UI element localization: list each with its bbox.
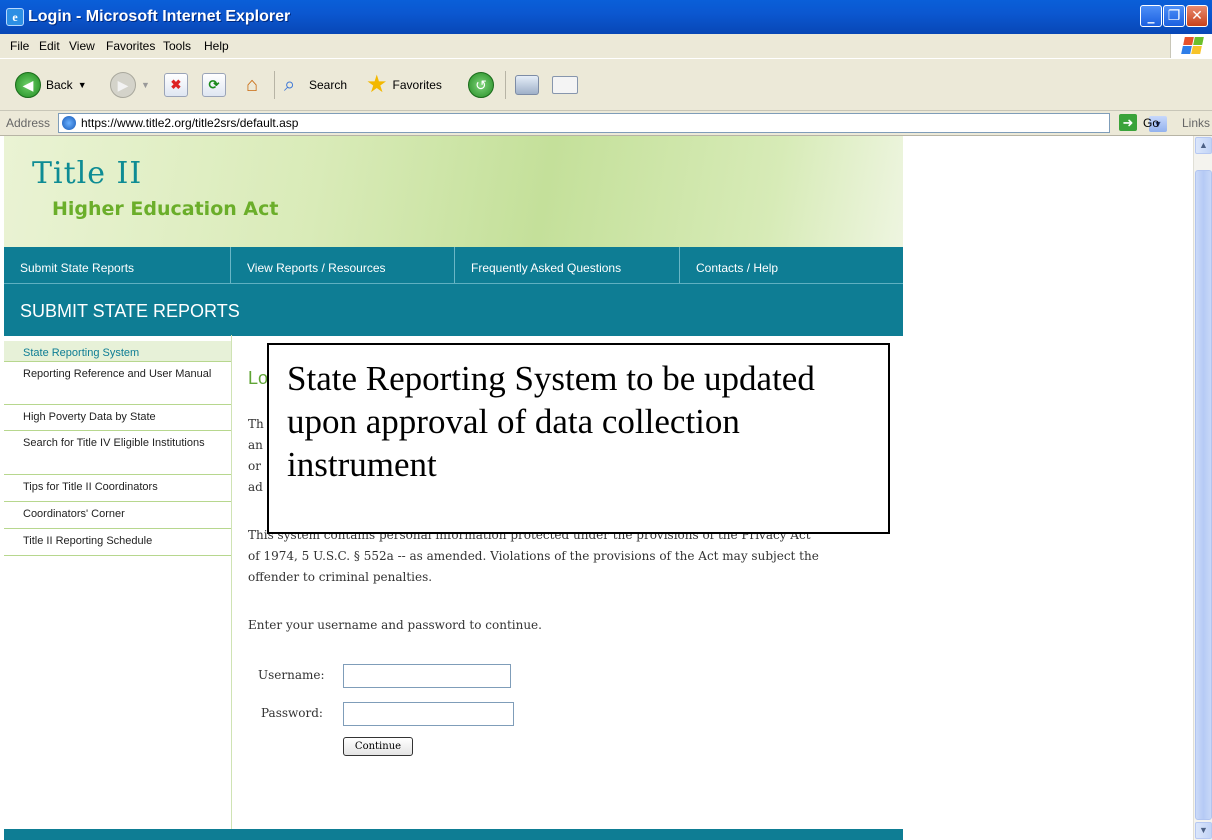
continue-button[interactable]: Continue — [343, 737, 413, 756]
section-header: SUBMIT STATE REPORTS — [4, 283, 903, 336]
sidebar: State Reporting System Reporting Referen… — [4, 335, 232, 840]
username-label: Username: — [258, 668, 325, 682]
chevron-down-icon: ▼ — [77, 80, 87, 90]
history-button[interactable]: ↺ — [468, 71, 494, 99]
nav-submit-state-reports[interactable]: Submit State Reports — [4, 247, 231, 283]
forward-button[interactable]: ▶ ▼ — [110, 71, 150, 99]
search-icon: ⌕ — [284, 74, 296, 96]
scroll-down-icon[interactable]: ▼ — [1195, 822, 1212, 839]
forward-arrow-icon: ▶ — [110, 72, 136, 98]
refresh-icon: ⟳ — [202, 73, 226, 97]
links-button[interactable]: Links — [1182, 116, 1210, 130]
menu-view[interactable]: View — [69, 39, 95, 53]
sidebar-item-reporting-manual[interactable]: Reporting Reference and User Manual — [4, 362, 231, 405]
edit-page-icon — [552, 76, 578, 94]
sidebar-item-high-poverty-data[interactable]: High Poverty Data by State — [4, 405, 231, 431]
password-label: Password: — [261, 706, 323, 720]
window-titlebar: e Login - Microsoft Internet Explorer _ … — [0, 0, 1212, 34]
window-title: Login - Microsoft Internet Explorer — [28, 8, 291, 25]
sidebar-item-coordinators-corner[interactable]: Coordinators' Corner — [4, 502, 231, 529]
back-arrow-icon: ◀ — [15, 72, 41, 98]
close-button[interactable]: ✕ — [1186, 5, 1208, 27]
menu-file[interactable]: File — [10, 39, 29, 53]
sidebar-item-reporting-schedule[interactable]: Title II Reporting Schedule — [4, 529, 231, 556]
main-nav: Submit State Reports View Reports / Reso… — [4, 247, 903, 283]
windows-logo-icon — [1170, 34, 1212, 58]
scroll-up-icon[interactable]: ▲ — [1195, 137, 1212, 154]
star-icon: ★ — [366, 71, 388, 98]
search-label: Search — [309, 78, 348, 92]
menu-edit[interactable]: Edit — [39, 39, 60, 53]
favorites-label: Favorites — [392, 78, 442, 92]
menu-favorites[interactable]: Favorites — [106, 39, 155, 53]
refresh-button[interactable]: ⟳ — [202, 71, 226, 99]
update-notice-callout: State Reporting System to be updated upo… — [267, 343, 890, 534]
home-button[interactable]: ⌂ — [240, 71, 264, 99]
site-logo-title: Title II — [32, 156, 143, 191]
address-input[interactable]: https://www.title2.org/title2srs/default… — [58, 113, 1167, 133]
menu-bar: File Edit View Favorites Tools Help — [0, 34, 1212, 59]
page-icon — [62, 116, 76, 130]
internet-explorer-icon: e — [6, 8, 24, 26]
back-button[interactable]: ◀ Back ▼ — [15, 71, 87, 99]
home-icon: ⌂ — [245, 73, 259, 96]
stop-button[interactable]: ✖ — [164, 71, 188, 99]
password-input[interactable] — [343, 702, 514, 726]
nav-view-reports[interactable]: View Reports / Resources — [231, 247, 455, 283]
go-arrow-icon[interactable]: ➜ — [1119, 114, 1137, 131]
menu-help[interactable]: Help — [204, 39, 229, 53]
maximize-button[interactable]: ❐ — [1163, 5, 1185, 27]
site-logo-subtitle: Higher Education Act — [52, 198, 279, 220]
favorites-button[interactable]: ★ Favorites — [366, 71, 442, 99]
nav-contacts-help[interactable]: Contacts / Help — [680, 247, 903, 283]
go-button[interactable]: Go — [1143, 116, 1159, 130]
printer-icon — [515, 75, 539, 95]
section-title: SUBMIT STATE REPORTS — [20, 301, 240, 321]
print-button[interactable] — [515, 71, 539, 99]
standard-toolbar: ◀ Back ▼ ▶ ▼ ✖ ⟳ ⌂ ⌕ Search ★ Favorites … — [0, 59, 1212, 111]
history-icon: ↺ — [468, 72, 494, 98]
address-url: https://www.title2.org/title2srs/default… — [81, 116, 299, 130]
menu-tools[interactable]: Tools — [163, 39, 191, 53]
page-heading: Lo — [248, 368, 269, 388]
site-banner: Title II Higher Education Act — [4, 136, 903, 247]
chevron-down-icon: ▼ — [141, 80, 150, 90]
privacy-notice-line: offender to criminal penalties. — [248, 570, 433, 584]
scrollbar-thumb[interactable] — [1195, 170, 1212, 820]
address-bar: Address https://www.title2.org/title2srs… — [0, 111, 1212, 136]
sidebar-item-state-reporting-system[interactable]: State Reporting System — [4, 341, 231, 362]
sidebar-item-title-iv-search[interactable]: Search for Title IV Eligible Institution… — [4, 431, 231, 475]
privacy-notice-line: of 1974, 5 U.S.C. § 552a -- as amended. … — [248, 549, 819, 563]
toolbar-separator — [505, 71, 506, 99]
sidebar-item-coordinator-tips[interactable]: Tips for Title II Coordinators — [4, 475, 231, 502]
back-label: Back — [46, 78, 73, 92]
login-prompt: Enter your username and password to cont… — [248, 618, 542, 632]
minimize-button[interactable]: _ — [1140, 5, 1162, 27]
search-button[interactable]: ⌕ Search — [284, 71, 347, 99]
stop-icon: ✖ — [164, 73, 188, 97]
edit-button[interactable] — [552, 71, 578, 99]
toolbar-separator — [274, 71, 275, 99]
username-input[interactable] — [343, 664, 511, 688]
address-label: Address — [6, 116, 51, 130]
footer-strip — [4, 829, 903, 840]
vertical-scrollbar[interactable]: ▲ ▼ — [1193, 136, 1212, 840]
nav-faq[interactable]: Frequently Asked Questions — [455, 247, 680, 283]
